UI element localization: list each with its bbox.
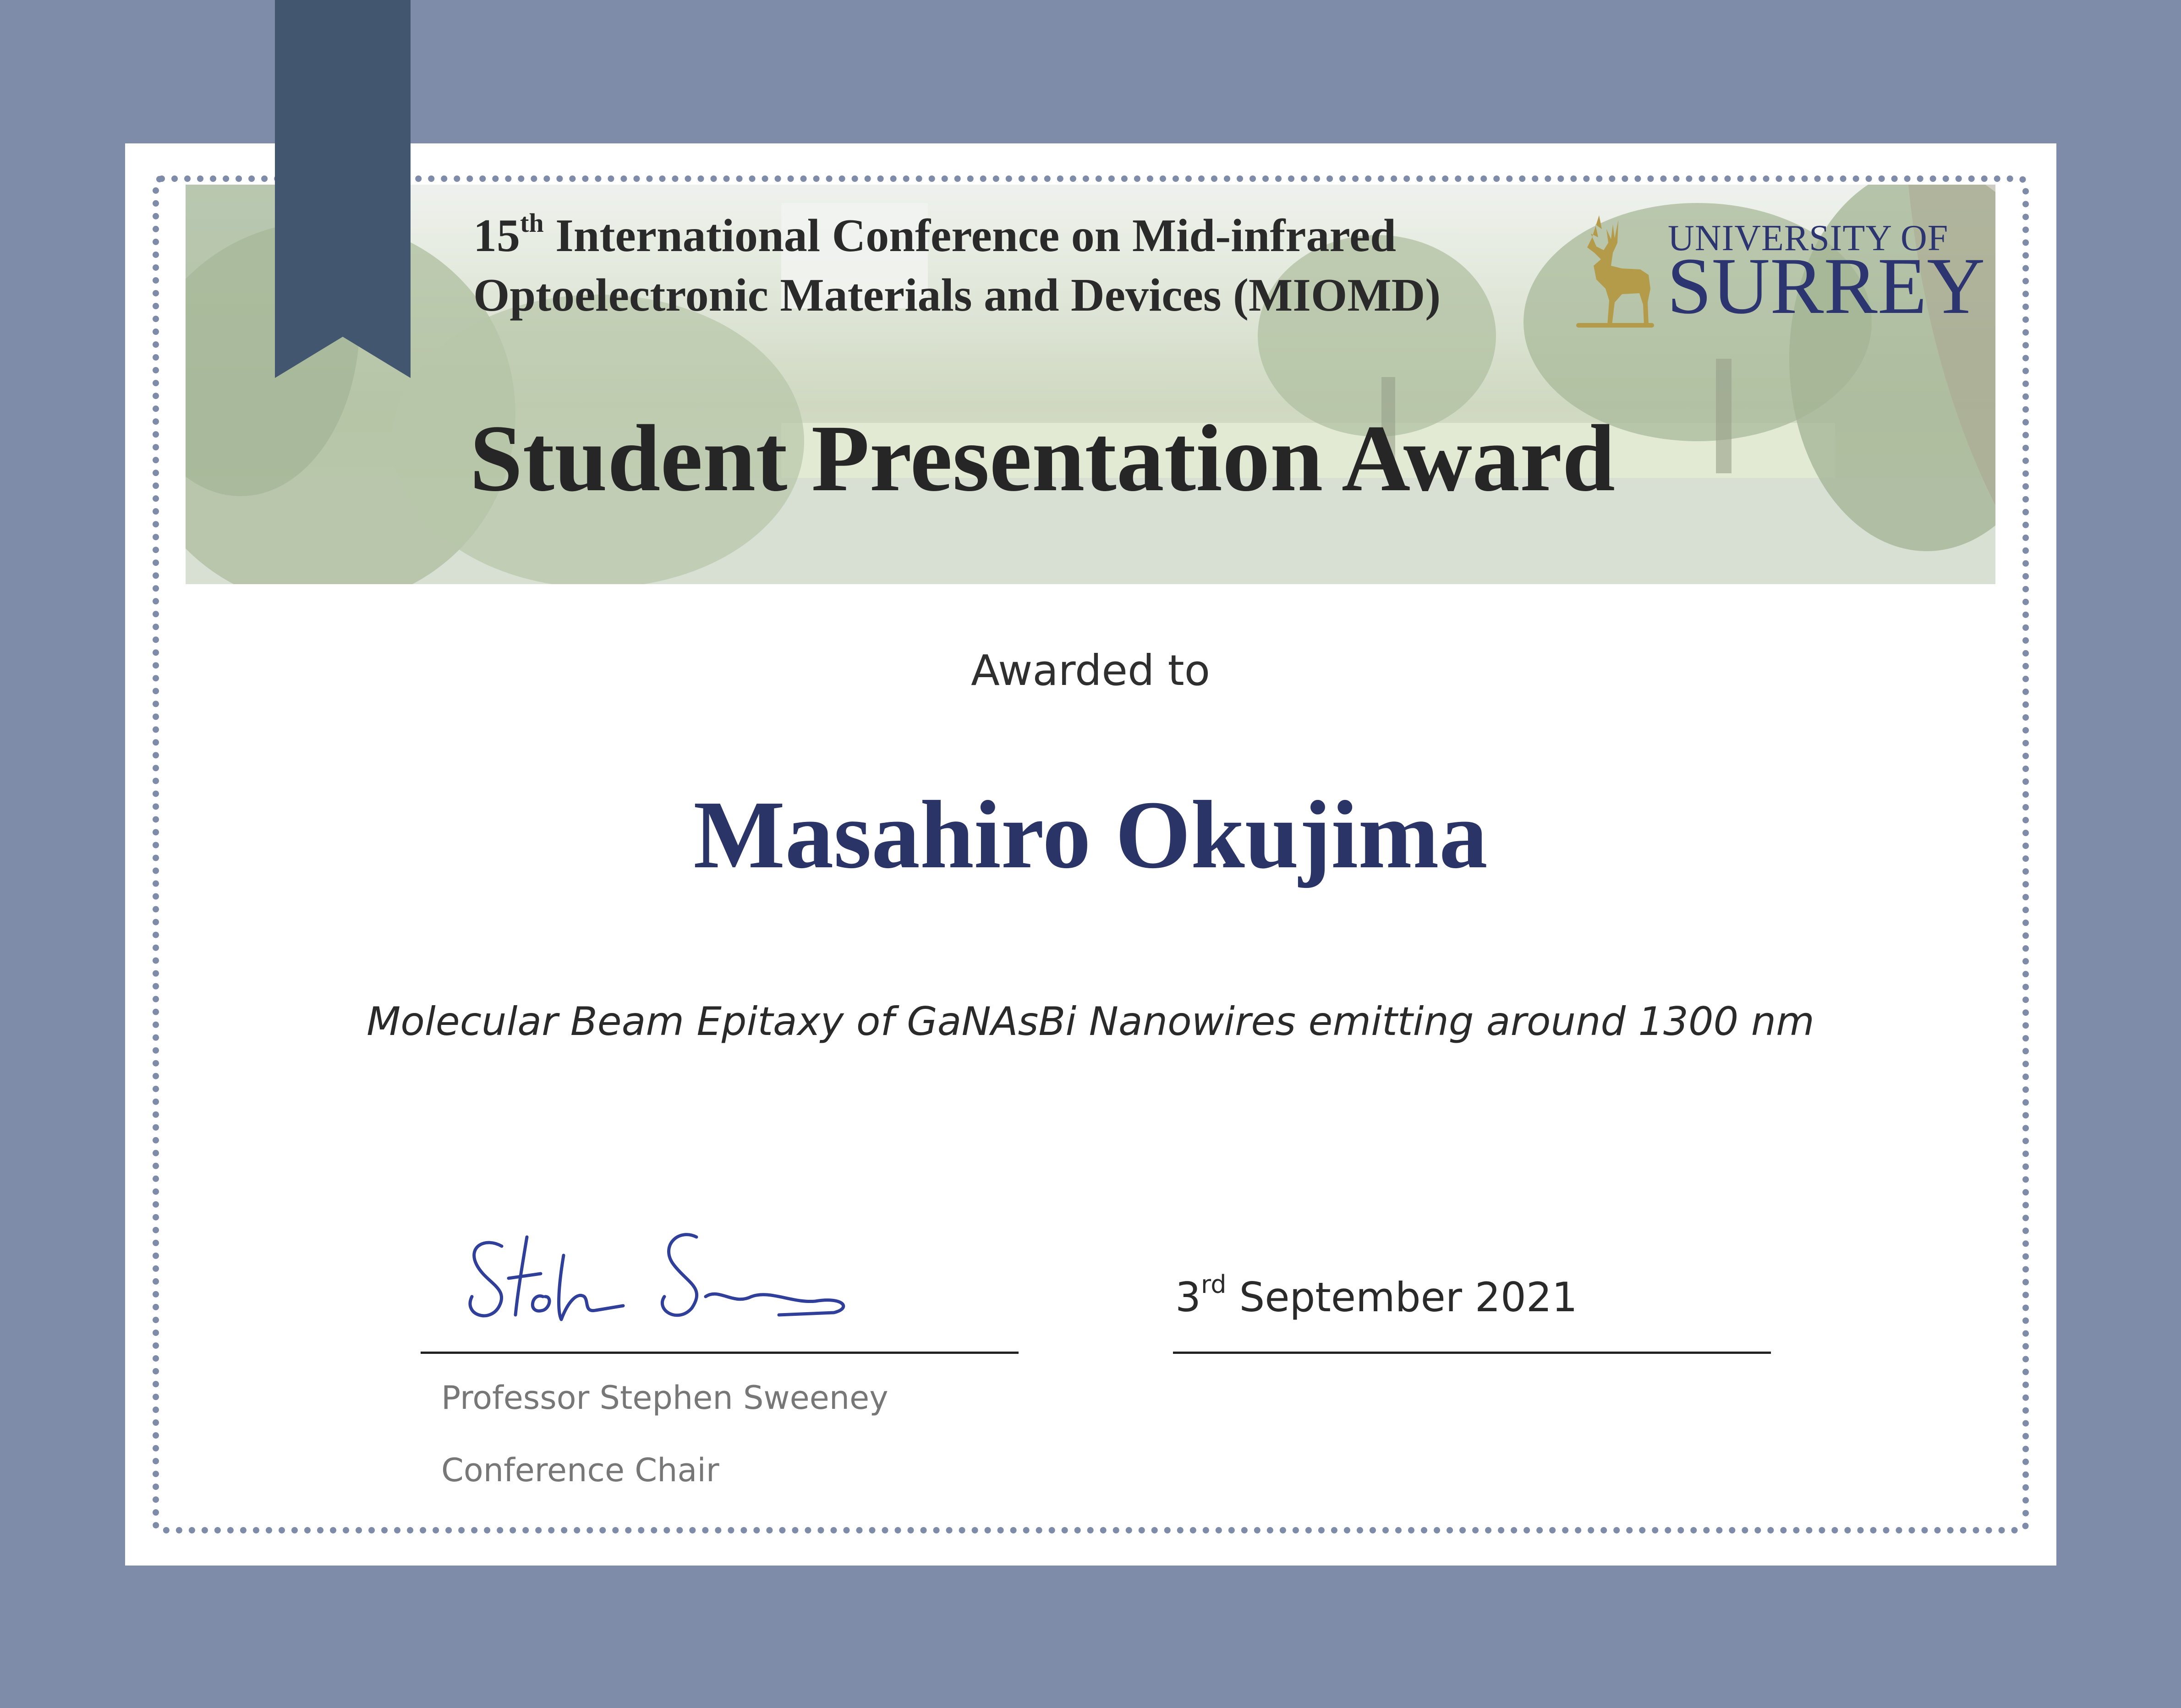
recipient-name: Masahiro Okujima <box>693 781 1488 888</box>
conference-title-line1: 15th International Conference on Mid-inf… <box>473 208 1396 262</box>
corner-ribbon <box>275 0 411 378</box>
award-date: 3rd September 2021 <box>1175 1270 1578 1321</box>
university-logo: UNIVERSITY OF SURREY <box>1567 197 1985 344</box>
signer-name: Professor Stephen Sweeney <box>441 1379 888 1417</box>
stag-icon <box>1576 215 1654 328</box>
awarded-to-label: Awarded to <box>970 646 1211 695</box>
signature-line <box>421 1352 1019 1354</box>
project-title: Molecular Beam Epitaxy of GaNAsBi Nanowi… <box>367 999 1814 1045</box>
signer-role: Conference Chair <box>441 1451 719 1489</box>
handwritten-signature <box>468 1233 845 1321</box>
conference-title-line2: Optoelectronic Materials and Devices (MI… <box>473 269 1441 321</box>
university-name-line2: SURREY <box>1667 241 1985 331</box>
conference-title: 15th International Conference on Mid-inf… <box>473 206 1573 325</box>
award-title: Student Presentation Award <box>470 405 1615 511</box>
date-line <box>1173 1352 1771 1354</box>
